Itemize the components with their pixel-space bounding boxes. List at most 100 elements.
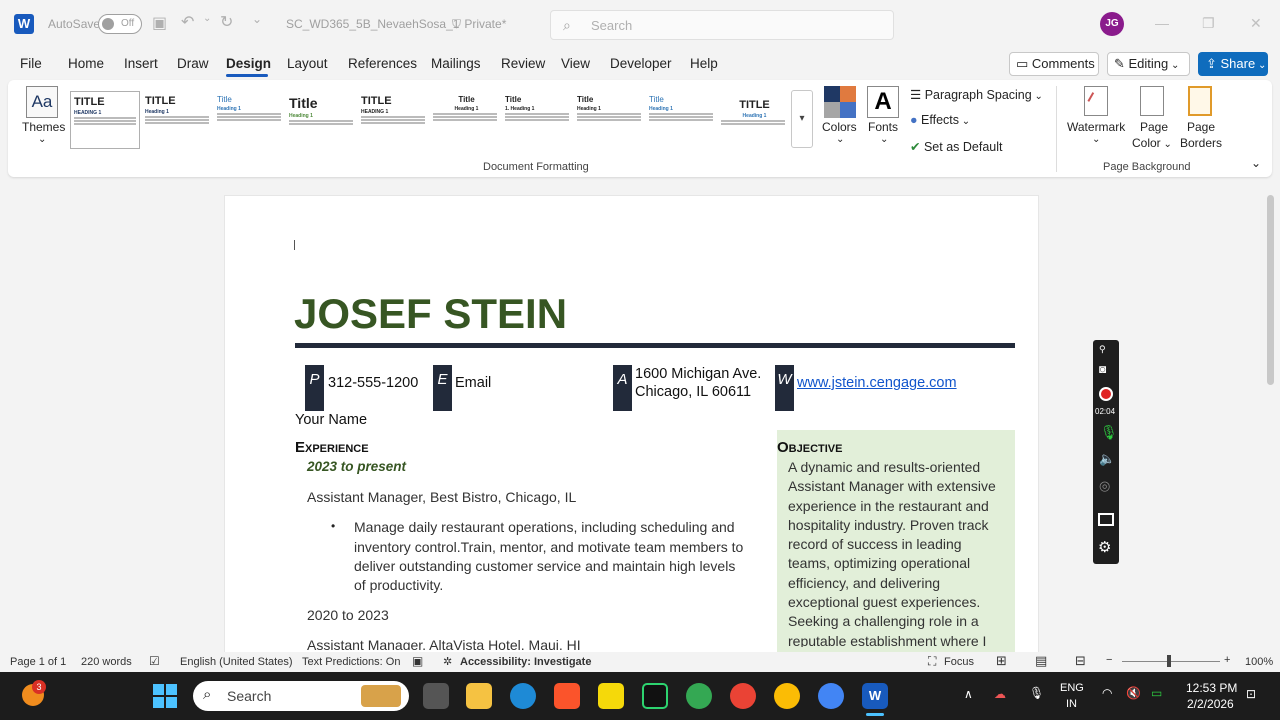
bullet-line[interactable]: Manage daily restaurant operations, incl… xyxy=(354,519,735,535)
tab-references[interactable]: References xyxy=(348,56,417,71)
avatar[interactable]: JG xyxy=(1100,12,1124,36)
position-2[interactable]: Assistant Manager, AltaVista Hotel, Maui… xyxy=(307,637,581,650)
comments-button[interactable]: ▭ Comments xyxy=(1009,52,1099,76)
microphone-tray-icon[interactable]: 🎙 xyxy=(1029,686,1044,700)
address-line-2[interactable]: Chicago, IL 60611 xyxy=(635,384,751,400)
word-count[interactable]: 220 words xyxy=(81,656,132,668)
proofing-icon[interactable]: ☑ xyxy=(149,654,160,668)
fonts-label[interactable]: Fonts xyxy=(868,120,898,134)
brave-icon[interactable] xyxy=(554,683,580,709)
windows-start-icon[interactable] xyxy=(153,684,177,708)
onedrive-icon[interactable]: ☁ xyxy=(994,687,1006,701)
objective-line[interactable]: exceptional guest experiences. xyxy=(788,594,980,610)
style-set-thumb[interactable]: Title Heading 1 xyxy=(286,91,356,149)
chevron-down-icon[interactable]: ⌄ xyxy=(880,134,888,145)
tab-review[interactable]: Review xyxy=(501,56,545,71)
notifications-icon[interactable]: ⊡ xyxy=(1246,687,1256,701)
collapse-ribbon-icon[interactable]: ⌄ xyxy=(1251,156,1261,170)
tab-design[interactable]: Design xyxy=(226,56,271,71)
objective-line[interactable]: experience in the restaurant and xyxy=(788,498,989,514)
undo-dropdown-icon[interactable]: ⌄ xyxy=(203,13,211,24)
themes-icon[interactable]: Aa xyxy=(26,86,58,118)
effects-button[interactable]: ● Effects ⌄ xyxy=(910,113,970,127)
share-button[interactable]: ⇪ Share ⌄ xyxy=(1198,52,1268,76)
language-status[interactable]: English (United States) xyxy=(180,656,293,668)
bullet-line[interactable]: of productivity. xyxy=(354,577,443,593)
vertical-scrollbar[interactable] xyxy=(1267,195,1274,385)
chrome-icon[interactable] xyxy=(686,683,712,709)
watermark-label[interactable]: Watermark xyxy=(1067,120,1125,134)
date-range-1[interactable]: 2023 to present xyxy=(307,459,406,474)
tab-view[interactable]: View xyxy=(561,56,590,71)
accessibility-status[interactable]: Accessibility: Investigate xyxy=(460,656,591,668)
fonts-icon[interactable]: A xyxy=(867,86,899,118)
pin-icon[interactable]: ⚲ xyxy=(1099,344,1106,355)
page-borders-icon[interactable] xyxy=(1188,86,1212,116)
style-set-thumb[interactable]: TITLE HEADING 1 xyxy=(358,91,428,149)
objective-line[interactable]: hospitality industry. Proven track xyxy=(788,517,989,533)
bullet-line[interactable]: deliver outstanding customer service and… xyxy=(354,558,735,574)
save-icon[interactable]: ▣ xyxy=(152,13,167,33)
battery-icon[interactable]: ▭ xyxy=(1151,686,1162,700)
word-taskbar-icon[interactable]: W xyxy=(862,683,888,709)
objective-line[interactable]: efficiency, and delivering xyxy=(788,575,940,591)
record-icon[interactable] xyxy=(1099,387,1113,401)
autosave-toggle[interactable]: Off xyxy=(98,14,142,34)
web-layout-icon[interactable]: ⊟ xyxy=(1075,653,1086,669)
style-set-thumb[interactable]: TITLE HEADING 1 xyxy=(70,91,140,149)
zoom-slider[interactable] xyxy=(1122,661,1220,662)
file-explorer-icon[interactable] xyxy=(466,683,492,709)
colors-label[interactable]: Colors xyxy=(822,120,857,134)
pycharm-icon[interactable] xyxy=(642,683,668,709)
microphone-icon[interactable]: 🎙 xyxy=(1100,424,1118,441)
close-icon[interactable]: ✕ xyxy=(1250,15,1262,32)
sticky-notes-icon[interactable] xyxy=(598,683,624,709)
zoom-in-icon[interactable]: + xyxy=(1224,654,1230,666)
style-set-thumb[interactable]: Title Heading 1 xyxy=(574,91,644,149)
document-name[interactable]: SC_WD365_5B_NevaehSosa_1 xyxy=(286,17,459,31)
objective-line[interactable]: Assistant Manager with extensive xyxy=(788,478,996,494)
chrome-profile-icon[interactable] xyxy=(818,683,844,709)
macro-icon[interactable]: ▣ xyxy=(412,654,423,668)
chevron-down-icon[interactable]: ⌄ xyxy=(38,134,46,145)
objective-heading[interactable]: Objective xyxy=(777,439,842,456)
email-text[interactable]: Email xyxy=(455,375,491,391)
tray-overflow-icon[interactable]: ∧ xyxy=(964,687,973,701)
style-set-thumb[interactable]: Title Heading 1 xyxy=(214,91,284,149)
volume-muted-icon[interactable]: 🔇 xyxy=(1126,686,1141,700)
page-color-icon[interactable] xyxy=(1140,86,1164,116)
paragraph-spacing-button[interactable]: ☰ Paragraph Spacing ⌄ xyxy=(910,87,1043,102)
tab-draw[interactable]: Draw xyxy=(177,56,209,71)
webcam-icon[interactable]: ◎ xyxy=(1099,478,1110,494)
zoom-out-icon[interactable]: − xyxy=(1106,654,1112,666)
gallery-more-icon[interactable]: ▾ xyxy=(791,90,813,148)
date-range-2[interactable]: 2020 to 2023 xyxy=(307,607,389,623)
zoom-slider-thumb[interactable] xyxy=(1167,655,1171,667)
set-as-default-button[interactable]: ✔ Set as Default xyxy=(910,139,1002,154)
zoom-level[interactable]: 100% xyxy=(1245,656,1273,668)
page-borders-label[interactable]: Page xyxy=(1187,120,1215,134)
website-link[interactable]: www.jstein.cengage.com xyxy=(797,375,957,391)
taskbar-search[interactable]: ⌕ Search xyxy=(193,681,409,711)
tab-home[interactable]: Home xyxy=(68,56,104,71)
text-predictions-status[interactable]: Text Predictions: On xyxy=(302,656,400,668)
editing-mode-button[interactable]: ✎ Editing ⌄ xyxy=(1107,52,1190,76)
camera-icon[interactable]: ◙ xyxy=(1099,362,1106,376)
chrome-profile-icon[interactable] xyxy=(774,683,800,709)
your-name-text[interactable]: Your Name xyxy=(295,412,367,428)
objective-line[interactable]: record of success in leading xyxy=(788,536,962,552)
chrome-profile-icon[interactable] xyxy=(730,683,756,709)
address-line-1[interactable]: 1600 Michigan Ave. xyxy=(635,366,761,382)
experience-heading[interactable]: Experience xyxy=(295,439,369,456)
objective-line[interactable]: Seeking a challenging role in a xyxy=(788,613,979,629)
tab-mailings[interactable]: Mailings xyxy=(431,56,481,71)
settings-gear-icon[interactable]: ⚙ xyxy=(1098,538,1111,556)
focus-button[interactable]: Focus xyxy=(944,656,974,668)
themes-label[interactable]: Themes xyxy=(22,120,65,134)
language-indicator-line2[interactable]: IN xyxy=(1066,698,1077,710)
objective-line[interactable]: reputable establishment where I xyxy=(788,633,986,647)
edge-icon[interactable] xyxy=(510,683,536,709)
wifi-icon[interactable]: ◠ xyxy=(1102,686,1112,700)
page-color-label[interactable]: Page xyxy=(1140,120,1168,134)
style-set-thumb[interactable]: Title 1. Heading 1 xyxy=(502,91,572,149)
